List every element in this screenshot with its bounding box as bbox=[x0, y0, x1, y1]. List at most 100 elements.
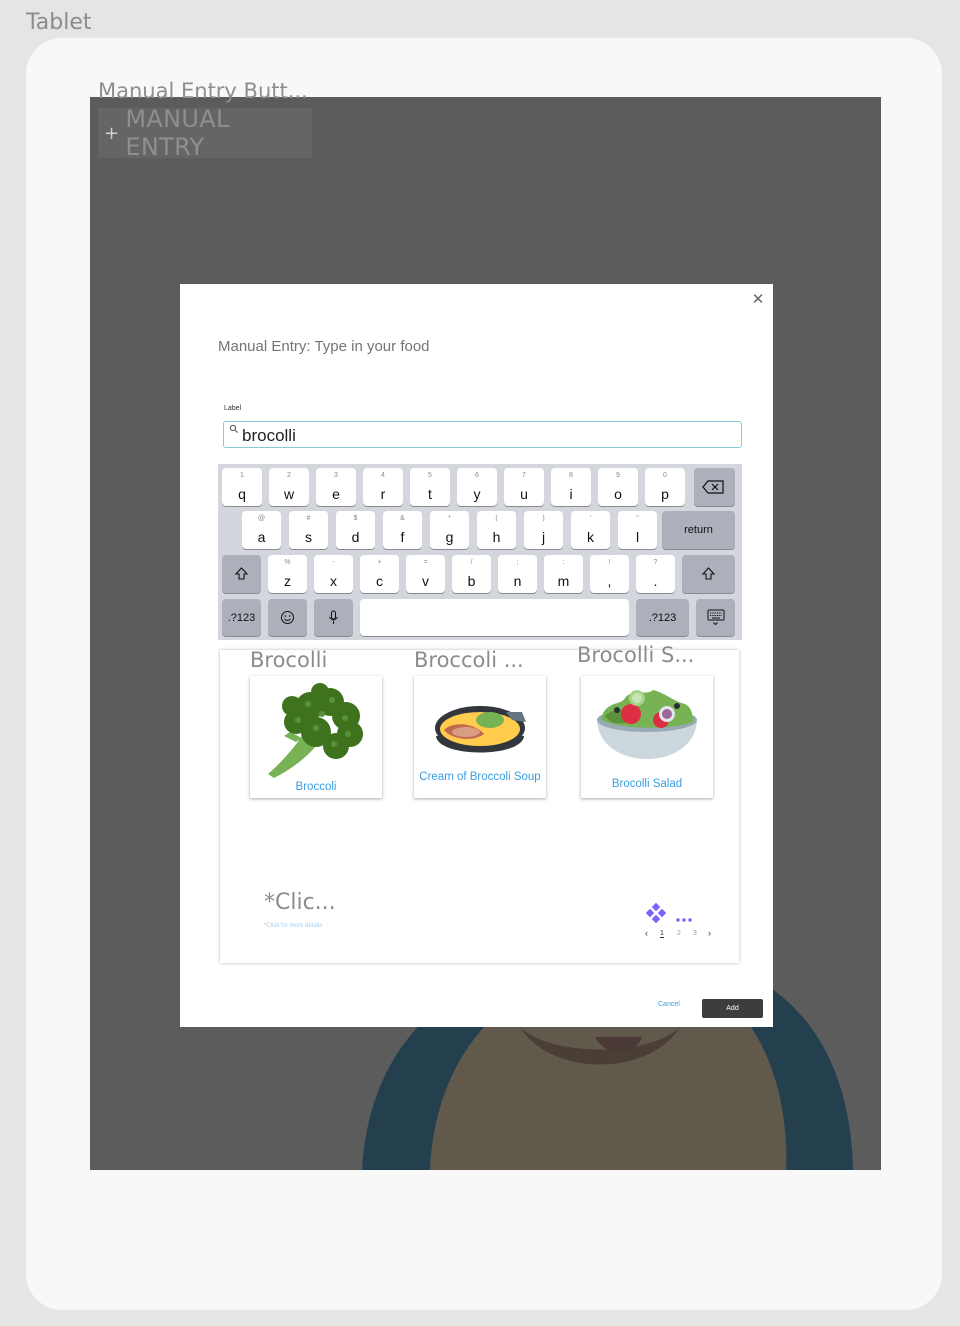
key-x[interactable]: -x bbox=[314, 555, 353, 593]
key-o[interactable]: 9o bbox=[598, 468, 638, 506]
search-input-value: brocolli bbox=[242, 426, 296, 445]
key-label: l bbox=[635, 529, 640, 545]
key-f[interactable]: & f bbox=[383, 511, 422, 549]
key-period[interactable]: ?. bbox=[636, 555, 675, 593]
result-card-cream-of-broccoli-soup[interactable]: Cream of Broccoli Soup bbox=[414, 676, 546, 798]
add-button[interactable]: Add bbox=[702, 999, 763, 1018]
keyboard-hide-icon bbox=[707, 609, 725, 626]
key-secondary-label: 3 bbox=[334, 472, 338, 479]
key-secondary-label: 4 bbox=[381, 472, 385, 479]
key-secondary-label: 9 bbox=[616, 472, 620, 479]
key-label: y bbox=[473, 486, 481, 502]
key-d[interactable]: $ d bbox=[336, 511, 375, 549]
key-r[interactable]: 4r bbox=[363, 468, 403, 506]
pagination-page-3[interactable]: 3 bbox=[693, 930, 697, 937]
key-v[interactable]: = v bbox=[406, 555, 445, 593]
key-secondary-label: % bbox=[284, 559, 291, 566]
numbers-key-left[interactable]: .?123 bbox=[222, 599, 261, 636]
shift-key-right[interactable] bbox=[682, 555, 735, 593]
manual-entry-button[interactable]: + MANUAL ENTRY bbox=[98, 105, 312, 161]
key-p[interactable]: 0p bbox=[645, 468, 685, 506]
click-for-details-heading: *Clic... bbox=[264, 890, 336, 915]
key-label: d bbox=[351, 529, 360, 545]
key-w[interactable]: 2w bbox=[269, 468, 309, 506]
key-h[interactable]: (h bbox=[477, 511, 516, 549]
key-c[interactable]: + c bbox=[360, 555, 399, 593]
key-n[interactable]: ; n bbox=[498, 555, 537, 593]
search-icon bbox=[229, 424, 238, 433]
key-secondary-label: ' bbox=[589, 515, 592, 522]
key-label: i bbox=[569, 486, 573, 502]
key-comma[interactable]: !, bbox=[590, 555, 629, 593]
result-card-broccoli[interactable]: Broccoli bbox=[250, 676, 382, 798]
key-secondary-label: 8 bbox=[569, 472, 573, 479]
result-card-brocolli-salad[interactable]: Brocolli Salad bbox=[581, 676, 713, 798]
space-key[interactable] bbox=[360, 599, 629, 636]
result-heading-1: Brocolli bbox=[250, 648, 328, 672]
emoji-key[interactable] bbox=[268, 599, 307, 636]
pagination-page-1[interactable]: 1 bbox=[660, 930, 664, 938]
key-label: b bbox=[467, 573, 476, 589]
key-z[interactable]: % z bbox=[268, 555, 307, 593]
cancel-button[interactable]: Cancel bbox=[658, 1001, 680, 1008]
shift-key-left[interactable] bbox=[222, 555, 261, 593]
key-secondary-label: " bbox=[636, 515, 639, 522]
key-b[interactable]: / b bbox=[452, 555, 491, 593]
key-label: j bbox=[541, 529, 546, 545]
key-label: , bbox=[607, 573, 612, 589]
key-label: e bbox=[332, 486, 340, 502]
onscreen-keyboard: 1q2w3e4r5t6y7u8i9o0p @ a # s $ d & f * g(h) j ' k " l … bbox=[218, 464, 742, 640]
key-l[interactable]: " l bbox=[618, 511, 657, 549]
broccoli-icon bbox=[268, 683, 363, 778]
key-secondary-label: @ bbox=[257, 515, 266, 522]
pagination-page-2[interactable]: 2 bbox=[677, 930, 681, 937]
key-label: n bbox=[513, 573, 522, 589]
pagination-next-icon[interactable]: › bbox=[708, 928, 711, 938]
key-secondary-label: # bbox=[306, 515, 311, 522]
frame-title: Tablet bbox=[26, 10, 92, 35]
result-heading-3: Brocolli S... bbox=[577, 643, 695, 667]
manual-entry-label: MANUAL ENTRY bbox=[125, 105, 230, 161]
key-s[interactable]: # s bbox=[289, 511, 328, 549]
key-label: c bbox=[376, 573, 383, 589]
key-secondary-label: & bbox=[400, 515, 405, 522]
key-u[interactable]: 7u bbox=[504, 468, 544, 506]
key-label: . bbox=[653, 573, 658, 589]
key-label: m bbox=[557, 573, 570, 589]
key-m[interactable]: :m bbox=[544, 555, 583, 593]
key-e[interactable]: 3e bbox=[316, 468, 356, 506]
key-secondary-label: 1 bbox=[240, 472, 244, 479]
key-label: g bbox=[445, 529, 454, 545]
key-g[interactable]: * g bbox=[430, 511, 469, 549]
search-input[interactable]: brocolli bbox=[223, 421, 742, 448]
backspace-icon bbox=[702, 480, 724, 494]
key-secondary-label: ; bbox=[516, 559, 519, 566]
search-field-label: Label bbox=[224, 405, 242, 412]
search-results-panel: Brocolli Broccoli ... Brocolli S... Broc… bbox=[220, 643, 739, 963]
key-secondary-label: 0 bbox=[663, 472, 667, 479]
numbers-key-right[interactable]: .?123 bbox=[636, 599, 689, 636]
click-for-details-hint: *Click for more details bbox=[264, 923, 323, 929]
key-t[interactable]: 5t bbox=[410, 468, 450, 506]
pagination-prev-icon[interactable]: ‹ bbox=[645, 928, 648, 938]
result-heading-2: Broccoli ... bbox=[414, 648, 524, 672]
return-key[interactable]: return bbox=[662, 511, 735, 549]
key-i[interactable]: 8i bbox=[551, 468, 591, 506]
close-icon[interactable]: ✕ bbox=[751, 290, 765, 308]
key-label: h bbox=[492, 529, 501, 545]
key-secondary-label: / bbox=[470, 559, 473, 566]
key-j[interactable]: ) j bbox=[524, 511, 563, 549]
key-label: u bbox=[520, 486, 528, 502]
result-card-label: Broccoli bbox=[295, 781, 337, 793]
key-a[interactable]: @ a bbox=[242, 511, 281, 549]
key-y[interactable]: 6y bbox=[457, 468, 497, 506]
backspace-key[interactable] bbox=[694, 468, 735, 506]
key-secondary-label: : bbox=[562, 559, 565, 566]
microphone-key[interactable] bbox=[314, 599, 353, 636]
key-label: s bbox=[305, 529, 312, 545]
key-k[interactable]: ' k bbox=[571, 511, 610, 549]
keyboard-hide-key[interactable] bbox=[696, 599, 735, 636]
shift-icon bbox=[701, 567, 716, 580]
key-label: a bbox=[257, 529, 266, 545]
key-q[interactable]: 1q bbox=[222, 468, 262, 506]
